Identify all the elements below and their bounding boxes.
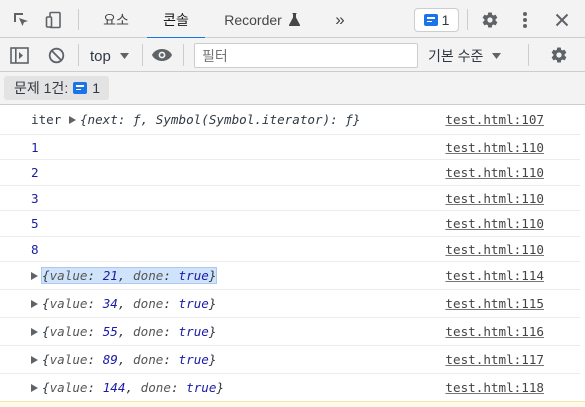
log-number: 8 bbox=[31, 241, 39, 257]
expand-triangle-icon[interactable] bbox=[31, 355, 38, 364]
object-value: 89 bbox=[102, 352, 118, 367]
object-value: 55 bbox=[102, 324, 118, 339]
close-icon[interactable] bbox=[551, 9, 573, 31]
object-preview[interactable]: {value: 21, done: true} bbox=[40, 267, 218, 284]
console-filter-input[interactable] bbox=[194, 43, 418, 68]
console-settings-gear-icon[interactable] bbox=[548, 44, 570, 66]
source-link[interactable]: test.html:110 bbox=[445, 211, 544, 236]
console-message-row: 8 test.html:110 bbox=[0, 237, 580, 262]
tab-recorder-label: Recorder bbox=[224, 12, 282, 28]
show-sidebar-icon[interactable] bbox=[8, 44, 30, 66]
divider bbox=[183, 44, 184, 66]
object-preview[interactable]: {value: 89, done: true} bbox=[42, 352, 216, 367]
log-number: 3 bbox=[31, 190, 39, 206]
issue-flag-icon bbox=[73, 82, 88, 94]
console-message-row: {value: 89, done: true} test.html:117 bbox=[0, 346, 580, 374]
issues-button[interactable]: 문제 1건: 1 bbox=[4, 76, 110, 100]
settings-gear-icon[interactable] bbox=[479, 9, 501, 31]
object-preview[interactable]: {value: 55, done: true} bbox=[42, 324, 216, 339]
issues-count: 1 bbox=[92, 80, 101, 96]
execution-context-select[interactable]: top bbox=[90, 46, 130, 65]
clear-console-icon[interactable] bbox=[45, 44, 67, 66]
expand-triangle-icon[interactable] bbox=[31, 327, 38, 336]
object-preview[interactable]: {next: ƒ, Symbol(Symbol.iterator): ƒ} bbox=[80, 112, 361, 127]
object-preview[interactable]: {value: 144, done: true} bbox=[42, 380, 224, 395]
source-link[interactable]: test.html:115 bbox=[445, 290, 544, 317]
console-message-row: 1 test.html:110 bbox=[0, 135, 580, 160]
log-number: 5 bbox=[31, 216, 39, 231]
log-levels-value: 기본 수준 bbox=[428, 48, 484, 64]
source-link[interactable]: test.html:110 bbox=[445, 160, 544, 185]
live-expression-eye-icon[interactable] bbox=[151, 44, 173, 66]
console-message-row: {value: 21, done: true} test.html:114 bbox=[0, 262, 580, 290]
more-tabs-button[interactable]: » bbox=[327, 0, 353, 38]
console-message-row: 5 test.html:110 bbox=[0, 211, 580, 237]
divider bbox=[78, 44, 79, 66]
log-number: 1 bbox=[31, 139, 39, 155]
console-messages: iter {next: ƒ, Symbol(Symbol.iterator): … bbox=[0, 105, 585, 407]
issue-flag-icon bbox=[423, 14, 438, 26]
execution-context-value: top bbox=[90, 48, 111, 65]
tab-elements[interactable]: 요소 bbox=[96, 0, 136, 38]
inspect-element-icon[interactable] bbox=[10, 9, 32, 31]
object-value: 144 bbox=[102, 380, 126, 395]
more-options-kebab-icon[interactable] bbox=[514, 9, 536, 31]
object-preview[interactable]: {value: 34, done: true} bbox=[42, 296, 216, 311]
console-message-row: {value: 34, done: true} test.html:115 bbox=[0, 290, 580, 318]
console-toolbar: top 기본 수준 bbox=[0, 38, 585, 72]
source-link[interactable]: test.html:110 bbox=[445, 135, 544, 159]
log-levels-select[interactable]: 기본 수준 bbox=[428, 46, 502, 66]
tab-recorder[interactable]: Recorder bbox=[216, 0, 308, 38]
object-done: true bbox=[186, 380, 217, 395]
object-value: 34 bbox=[102, 296, 118, 311]
console-message-row: iter {next: ƒ, Symbol(Symbol.iterator): … bbox=[0, 105, 580, 135]
console-message-row: {value: 144, done: true} test.html:118 bbox=[0, 374, 580, 402]
dropdown-arrow-icon bbox=[492, 46, 502, 62]
object-value: 21 bbox=[102, 268, 118, 283]
expand-triangle-icon[interactable] bbox=[31, 271, 38, 280]
source-link[interactable]: test.html:107 bbox=[445, 105, 544, 134]
console-prompt-edge bbox=[0, 401, 585, 407]
issues-counter-value: 1 bbox=[441, 12, 450, 28]
log-number: 2 bbox=[31, 165, 39, 180]
source-link[interactable]: test.html:117 bbox=[445, 346, 544, 373]
console-message-row: {value: 55, done: true} test.html:116 bbox=[0, 318, 580, 346]
issues-bar: 문제 1건: 1 bbox=[0, 72, 585, 105]
object-done: true bbox=[178, 324, 209, 339]
object-done: true bbox=[178, 268, 209, 283]
flask-icon bbox=[288, 1, 300, 41]
device-toolbar-icon[interactable] bbox=[43, 9, 65, 31]
issues-counter-button[interactable]: 1 bbox=[414, 8, 459, 32]
object-done: true bbox=[178, 296, 209, 311]
log-label: iter bbox=[31, 112, 62, 127]
dropdown-arrow-icon bbox=[120, 46, 130, 63]
divider bbox=[142, 44, 143, 66]
divider bbox=[78, 9, 79, 30]
console-message-row: 3 test.html:110 bbox=[0, 186, 580, 211]
source-link[interactable]: test.html:110 bbox=[445, 186, 544, 210]
source-link[interactable]: test.html:110 bbox=[445, 237, 544, 261]
divider bbox=[467, 9, 468, 30]
divider bbox=[528, 44, 529, 66]
devtools-tab-bar: 요소 콘솔 Recorder » 1 bbox=[0, 0, 585, 39]
expand-triangle-icon[interactable] bbox=[31, 299, 38, 308]
issues-label: 문제 1건: bbox=[14, 80, 69, 96]
expand-triangle-icon[interactable] bbox=[68, 115, 76, 124]
source-link[interactable]: test.html:116 bbox=[445, 318, 544, 345]
source-link[interactable]: test.html:118 bbox=[445, 374, 544, 401]
expand-triangle-icon[interactable] bbox=[31, 383, 38, 392]
source-link[interactable]: test.html:114 bbox=[445, 262, 544, 289]
tab-console[interactable]: 콘솔 bbox=[147, 0, 205, 39]
object-done: true bbox=[178, 352, 209, 367]
console-message-row: 2 test.html:110 bbox=[0, 160, 580, 186]
